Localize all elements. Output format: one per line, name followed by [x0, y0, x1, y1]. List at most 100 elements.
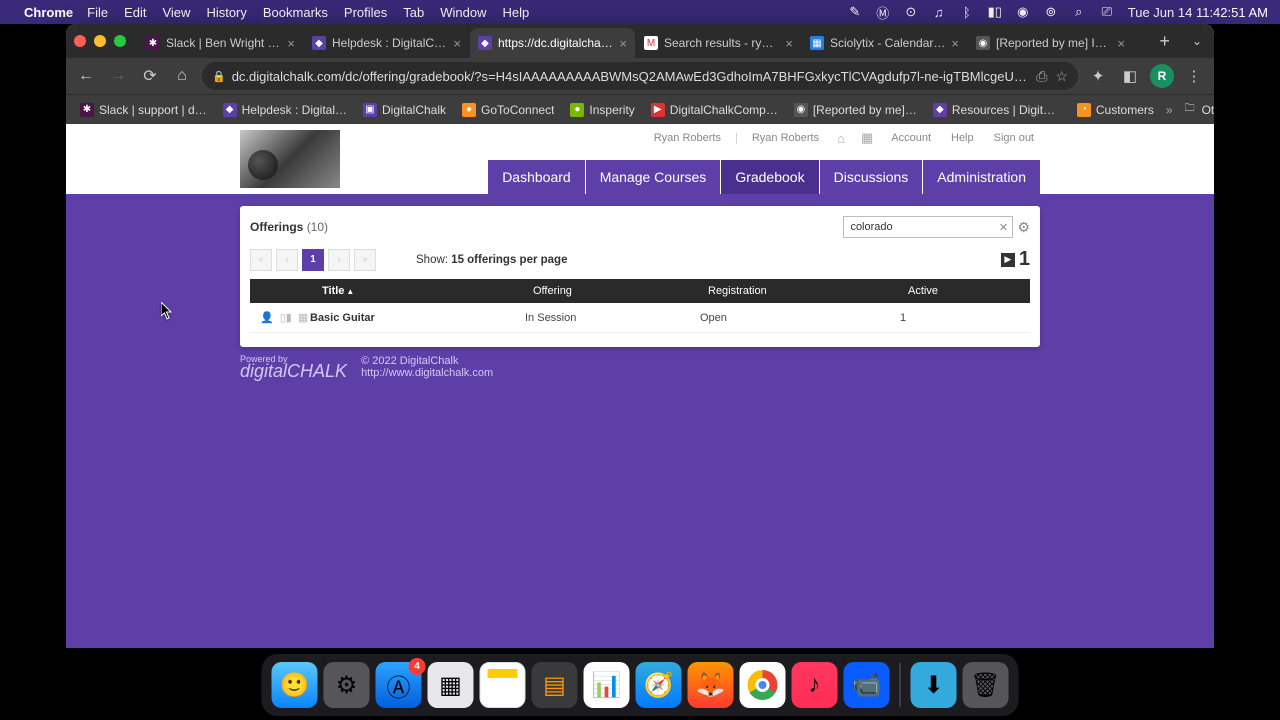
- brand-logo[interactable]: [240, 130, 340, 188]
- signout-link[interactable]: Sign out: [988, 128, 1040, 148]
- new-tab-button[interactable]: +: [1149, 31, 1180, 52]
- bookmark-item[interactable]: ▶DigitalChalkComp…: [645, 100, 784, 120]
- user-link[interactable]: Ryan Roberts: [746, 128, 825, 148]
- address-bar[interactable]: 🔒 dc.digitalchalk.com/dc/offering/gradeb…: [202, 62, 1078, 90]
- nav-discussions[interactable]: Discussions: [820, 160, 923, 194]
- menu-history[interactable]: History: [206, 5, 246, 20]
- col-title[interactable]: Title▲: [250, 285, 525, 297]
- close-tab-icon[interactable]: ×: [785, 36, 793, 51]
- browser-tab[interactable]: ✱Slack | Ben Wright | digi×: [138, 28, 303, 58]
- clock[interactable]: Tue Jun 14 11:42:51 AM: [1128, 5, 1268, 20]
- clear-search-icon[interactable]: ✕: [995, 221, 1011, 234]
- back-button[interactable]: ←: [74, 64, 98, 88]
- table-row[interactable]: 👤 ▯▮ ▦ Basic Guitar In Session Open 1: [250, 303, 1030, 333]
- bookmark-item[interactable]: ▣DigitalChalk: [357, 100, 452, 120]
- dock-settings[interactable]: ⚙: [324, 662, 370, 708]
- menu-help[interactable]: Help: [503, 5, 530, 20]
- tab-dropdown-icon[interactable]: ⌄: [1180, 34, 1214, 48]
- bookmark-item[interactable]: ●GoToConnect: [456, 100, 560, 120]
- wifi-icon[interactable]: ◉: [1016, 5, 1030, 19]
- cell-title[interactable]: Basic Guitar: [310, 312, 525, 324]
- bookmark-item[interactable]: ✱Slack | support | d…: [74, 100, 213, 120]
- home-icon[interactable]: ⌂: [833, 131, 849, 146]
- bookmark-item[interactable]: ◆Helpdesk : Digital…: [217, 100, 353, 120]
- dock-finder[interactable]: 🙂: [272, 662, 318, 708]
- dock-appstore[interactable]: Ⓐ4: [376, 662, 422, 708]
- close-tab-icon[interactable]: ×: [951, 36, 959, 51]
- dock-numbers[interactable]: 📊: [584, 662, 630, 708]
- reload-button[interactable]: ⟳: [138, 64, 162, 88]
- show-per-page[interactable]: Show: 15 offerings per page: [416, 254, 567, 266]
- maximize-window-button[interactable]: [114, 35, 126, 47]
- help-link[interactable]: Help: [945, 128, 980, 148]
- close-tab-icon[interactable]: ×: [453, 36, 461, 51]
- view-toggle-icon[interactable]: ▶: [1001, 253, 1015, 267]
- dock-trash[interactable]: 🗑: [963, 662, 1009, 708]
- nav-dashboard[interactable]: Dashboard: [488, 160, 585, 194]
- user-link[interactable]: Ryan Roberts: [648, 128, 727, 148]
- menu-bookmarks[interactable]: Bookmarks: [263, 5, 328, 20]
- bookmark-item[interactable]: ◆Resources | Digita…: [927, 100, 1067, 120]
- close-window-button[interactable]: [74, 35, 86, 47]
- search-input[interactable]: [843, 216, 1013, 238]
- browser-tab[interactable]: MSearch results - ryan.rob×: [636, 28, 801, 58]
- menu-view[interactable]: View: [162, 5, 190, 20]
- page-last[interactable]: »: [354, 249, 376, 271]
- bookmark-item[interactable]: ◔Customers: [1071, 100, 1160, 120]
- app-name[interactable]: Chrome: [24, 5, 73, 20]
- menu-profiles[interactable]: Profiles: [344, 5, 387, 20]
- menu-tab[interactable]: Tab: [403, 5, 424, 20]
- chrome-menu-icon[interactable]: ⋮: [1182, 67, 1206, 85]
- row-user-icon[interactable]: 👤: [260, 311, 274, 324]
- bookmark-item[interactable]: ◉[Reported by me]…: [788, 100, 923, 120]
- status-icon[interactable]: ✎: [848, 5, 862, 19]
- dock-calculator[interactable]: ▤: [532, 662, 578, 708]
- calendar-icon[interactable]: ▦: [857, 130, 877, 146]
- forward-button[interactable]: →: [106, 64, 130, 88]
- col-active[interactable]: Active: [900, 285, 1020, 297]
- dock-notes[interactable]: [480, 662, 526, 708]
- nav-gradebook[interactable]: Gradebook: [721, 160, 818, 194]
- page-prev[interactable]: ‹: [276, 249, 298, 271]
- col-registration[interactable]: Registration: [700, 285, 900, 297]
- headphones-icon[interactable]: ♫: [932, 5, 946, 19]
- translate-icon[interactable]: ⎙: [1036, 68, 1047, 85]
- account-link[interactable]: Account: [885, 128, 937, 148]
- dock-downloads[interactable]: ⬇: [911, 662, 957, 708]
- close-tab-icon[interactable]: ×: [1117, 36, 1125, 51]
- browser-tab[interactable]: ◉[Reported by me] Issue×: [968, 28, 1133, 58]
- footer-url[interactable]: http://www.digitalchalk.com: [361, 367, 493, 379]
- dock-chrome[interactable]: [740, 662, 786, 708]
- page-first[interactable]: «: [250, 249, 272, 271]
- other-bookmarks[interactable]: 🗀Other Bookmarks: [1177, 100, 1214, 120]
- browser-tab[interactable]: ◆Helpdesk : DigitalChalk×: [304, 28, 469, 58]
- bookmark-item[interactable]: ●Insperity: [564, 100, 640, 120]
- dock-launchpad[interactable]: ▦: [428, 662, 474, 708]
- profile-avatar[interactable]: R: [1150, 64, 1174, 88]
- bookmarks-overflow-icon[interactable]: »: [1166, 103, 1173, 117]
- row-chart-icon[interactable]: ▯▮: [280, 311, 292, 324]
- status-icon[interactable]: Ⓜ: [876, 5, 890, 19]
- page-next[interactable]: ›: [328, 249, 350, 271]
- dock-firefox[interactable]: 🦊: [688, 662, 734, 708]
- home-button[interactable]: ⌂: [170, 64, 194, 88]
- dock-music[interactable]: ♪: [792, 662, 838, 708]
- close-tab-icon[interactable]: ×: [287, 36, 295, 51]
- nav-manage-courses[interactable]: Manage Courses: [586, 160, 721, 194]
- page-current[interactable]: 1: [302, 249, 324, 271]
- wifi-icon[interactable]: ⊚: [1044, 5, 1058, 19]
- dock-safari[interactable]: 🧭: [636, 662, 682, 708]
- status-icon[interactable]: ⊙: [904, 5, 918, 19]
- control-center-icon[interactable]: ⎚: [1100, 5, 1114, 19]
- search-icon[interactable]: ⌕: [1072, 5, 1086, 19]
- star-icon[interactable]: ☆: [1055, 68, 1068, 85]
- bluetooth-icon[interactable]: ᛒ: [960, 5, 974, 19]
- minimize-window-button[interactable]: [94, 35, 106, 47]
- close-tab-icon[interactable]: ×: [619, 36, 627, 51]
- nav-administration[interactable]: Administration: [923, 160, 1040, 194]
- extensions-icon[interactable]: ✦: [1086, 67, 1110, 85]
- menu-window[interactable]: Window: [440, 5, 486, 20]
- row-delete-icon[interactable]: ▦: [298, 311, 308, 324]
- browser-tab[interactable]: ▦Sciolytix - Calendar - Ju×: [802, 28, 967, 58]
- col-offering[interactable]: Offering: [525, 285, 700, 297]
